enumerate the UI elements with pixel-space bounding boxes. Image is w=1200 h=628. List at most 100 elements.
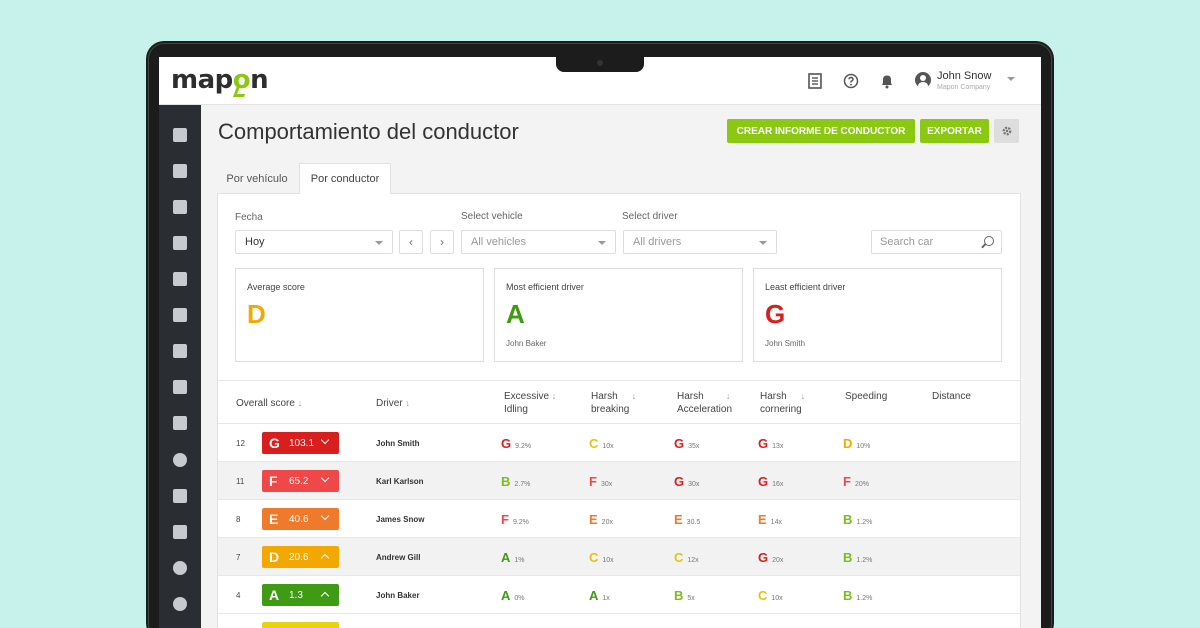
score-grade: G — [269, 435, 280, 451]
main-content: Comportamiento del conductor CREAR INFOR… — [201, 105, 1041, 628]
metric-accel: C 12x — [674, 550, 699, 565]
driver-select[interactable]: All drivers — [623, 230, 777, 254]
chat-icon[interactable] — [159, 334, 201, 368]
card-title: Most efficient driver — [506, 282, 584, 292]
chevron-down-icon — [598, 241, 606, 245]
table-row[interactable]: 11 F 65.2 Karl Karlson B 2.7% F 30x G 30x G 16x F 20% — [218, 462, 1020, 500]
settings-icon[interactable] — [159, 551, 201, 585]
score-badge[interactable]: D 20.6 — [262, 546, 339, 568]
help-icon[interactable] — [841, 71, 861, 91]
user-name: John Snow — [937, 70, 992, 82]
driver-name: John Smith — [376, 439, 420, 448]
chevron-down-icon — [320, 435, 330, 445]
card-title: Average score — [247, 282, 305, 292]
tab-por-conductor[interactable]: Por conductor — [299, 163, 391, 194]
driver-name: James Snow — [376, 515, 425, 524]
header-distance[interactable]: Distance — [932, 390, 971, 403]
map-icon[interactable] — [159, 118, 201, 152]
score-badge[interactable]: E 40.6 — [262, 508, 339, 530]
export-button[interactable]: EXPORTAR — [920, 119, 989, 143]
table-header: Overall score ↓ Driver ↓ Excessive ↓ Idli… — [218, 380, 1020, 424]
bell-icon[interactable] — [877, 71, 897, 91]
metric-idling: A 0% — [501, 588, 525, 603]
vehicle-label: Select vehicle — [461, 211, 523, 222]
metric-speeding: B 1.2% — [843, 550, 873, 565]
header-breaking[interactable]: Harsh ↓ breaking — [591, 390, 636, 416]
tachograph-icon[interactable] — [159, 587, 201, 621]
score-value: 40.6 — [289, 514, 309, 525]
table-row[interactable] — [218, 614, 1020, 628]
edit-icon[interactable] — [159, 479, 201, 513]
rank: 8 — [236, 515, 241, 524]
header-driver[interactable]: Driver ↓ — [376, 397, 410, 410]
chevron-down-icon — [1007, 77, 1015, 81]
date-select[interactable]: Hoy — [235, 230, 393, 254]
calendar-icon[interactable] — [159, 515, 201, 549]
mapon-logo[interactable]: mapon — [171, 65, 269, 95]
score-value: 103.1 — [289, 438, 315, 449]
metric-accel: G 35x — [674, 436, 700, 451]
dashboard-icon[interactable] — [159, 154, 201, 188]
table-row[interactable]: 7 D 20.6 Andrew Gill A 1% C 10x C 12x G 20x B 1.2% — [218, 538, 1020, 576]
metric-cornering: G 16x — [758, 474, 784, 489]
create-report-button[interactable]: CREAR INFORME DE CONDUCTOR — [727, 119, 915, 143]
metric-idling: A 1% — [501, 550, 525, 565]
prev-date-button[interactable]: ‹ — [399, 230, 423, 254]
metric-breaking: C 10x — [589, 550, 614, 565]
next-date-button[interactable]: › — [430, 230, 454, 254]
car-icon[interactable] — [159, 406, 201, 440]
metric-idling: G 9.2% — [501, 436, 532, 451]
metric-breaking: A 1x — [589, 588, 610, 603]
score-badge[interactable] — [262, 622, 339, 628]
table-row[interactable]: 8 E 40.6 James Snow F 9.2% E 20x E 30.5 E 14x B 1.2% — [218, 500, 1020, 538]
metric-idling: F 9.2% — [501, 512, 529, 527]
least-efficient-card: Least efficient driver G John Smith — [753, 268, 1002, 362]
average-score-card: Average score D — [235, 268, 484, 362]
metric-breaking: E 20x — [589, 512, 613, 527]
document-icon[interactable] — [159, 226, 201, 260]
header-cornering[interactable]: Harsh ↓ cornering — [760, 390, 805, 416]
table-row[interactable]: 4 A 1.3 John Baker A 0% A 1x B 5x C 10x B 1.2% — [218, 576, 1020, 614]
driver-icon[interactable] — [159, 443, 201, 477]
header-acceleration[interactable]: Harsh ↓ Acceleration — [677, 390, 732, 416]
avatar — [915, 72, 931, 88]
gear-icon[interactable] — [994, 119, 1019, 143]
driver-name: John Baker — [376, 591, 420, 600]
vehicle-select[interactable]: All vehicles — [461, 230, 616, 254]
grade-letter: G — [765, 299, 786, 329]
chevron-up-icon — [320, 553, 330, 563]
table-row[interactable]: 12 G 103.1 John Smith G 9.2% C 10x G 35x G 13x D 10% — [218, 424, 1020, 462]
metric-cornering: G 20x — [758, 550, 784, 565]
score-badge[interactable]: G 103.1 — [262, 432, 339, 454]
score-grade: E — [269, 511, 279, 527]
laptop-frame: mapon John Snow Mapon Company Comportami… — [146, 41, 1054, 628]
app-screen: mapon John Snow Mapon Company Comportami… — [159, 57, 1041, 628]
rank: 11 — [236, 477, 245, 486]
header-idling[interactable]: Excessive ↓ Idling — [504, 390, 556, 416]
score-badge[interactable]: F 65.2 — [262, 470, 339, 492]
alert-icon[interactable] — [159, 262, 201, 296]
metric-speeding: D 10% — [843, 436, 871, 451]
score-grade: F — [269, 473, 278, 489]
route-icon[interactable] — [159, 190, 201, 224]
user-menu[interactable]: John Snow Mapon Company — [915, 70, 1015, 94]
metric-accel: B 5x — [674, 588, 695, 603]
chevron-down-icon — [320, 511, 330, 521]
search-input[interactable]: Search car — [871, 230, 1002, 254]
grade-letter: D — [247, 299, 266, 329]
driver-name: John Smith — [765, 339, 806, 348]
score-badge[interactable]: A 1.3 — [262, 584, 339, 606]
fuel-icon[interactable] — [159, 298, 201, 332]
notes-icon[interactable] — [805, 71, 825, 91]
tab-por-vehiculo[interactable]: Por vehículo — [218, 163, 296, 194]
rank: 4 — [236, 591, 241, 600]
driver-label: Select driver — [622, 211, 678, 222]
chevron-down-icon — [759, 241, 767, 245]
metric-cornering: C 10x — [758, 588, 783, 603]
clipboard-icon[interactable] — [159, 370, 201, 404]
header-overall-score[interactable]: Overall score ↓ — [236, 397, 302, 410]
most-efficient-card: Most efficient driver A John Baker — [494, 268, 743, 362]
camera-notch — [556, 57, 644, 72]
header-speeding[interactable]: Speeding — [845, 390, 887, 403]
camera-icon — [597, 60, 603, 66]
